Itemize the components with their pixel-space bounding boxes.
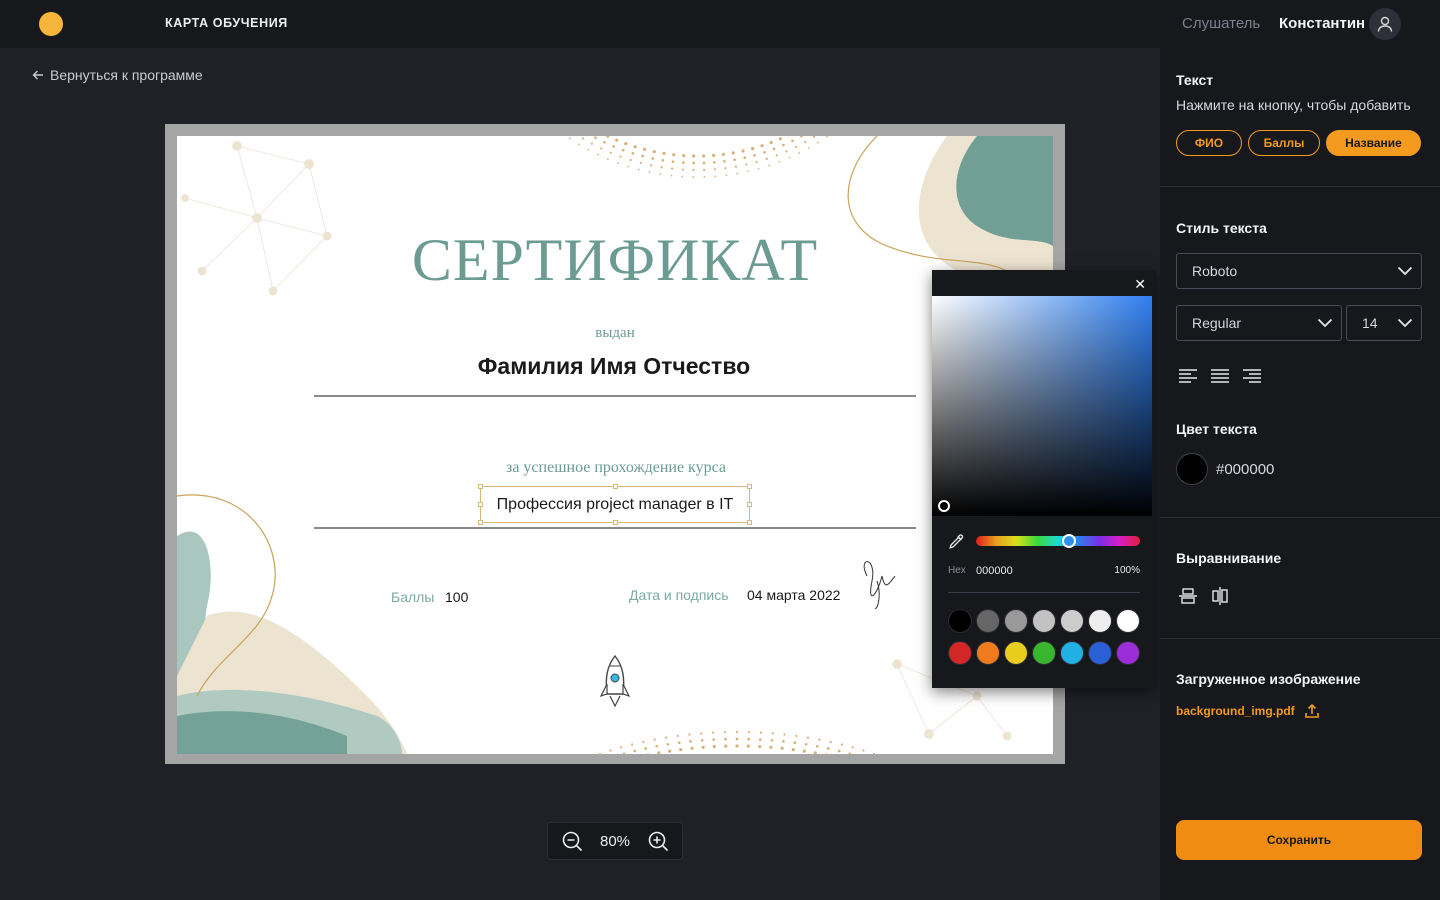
uploaded-image-title: Загруженное изображение xyxy=(1176,671,1361,687)
properties-sidebar: Текст Нажмите на кнопку, чтобы добавить … xyxy=(1160,48,1440,900)
color-swatch[interactable] xyxy=(948,609,972,633)
color-swatch[interactable] xyxy=(1060,609,1084,633)
chip-fio[interactable]: ФИО xyxy=(1176,130,1242,156)
color-swatch[interactable] xyxy=(1116,641,1140,665)
color-cursor[interactable] xyxy=(938,500,950,512)
certificate-title[interactable]: СЕРТИФИКАТ xyxy=(177,226,1053,295)
hex-input[interactable]: 000000 xyxy=(976,565,1013,577)
logo[interactable] xyxy=(39,12,63,36)
divider xyxy=(1160,186,1440,187)
opacity-input[interactable]: 100% xyxy=(1114,565,1140,576)
upload-icon[interactable] xyxy=(1304,703,1320,719)
resize-handle[interactable] xyxy=(747,502,752,507)
score-value[interactable]: 100 xyxy=(445,589,468,605)
top-bar: КАРТА ОБУЧЕНИЯ Слушатель Константин xyxy=(0,0,1440,48)
chevron-down-icon xyxy=(1397,266,1413,276)
user-role: Слушатель xyxy=(1182,15,1261,32)
course-name-selected[interactable]: Профессия project manager в IT xyxy=(478,484,752,525)
color-swatch[interactable] xyxy=(1004,641,1028,665)
text-section-hint: Нажмите на кнопку, чтобы добавить xyxy=(1176,97,1411,113)
chip-title[interactable]: Название xyxy=(1326,130,1421,156)
text-color-value[interactable]: #000000 xyxy=(1216,461,1274,478)
font-family-value: Roboto xyxy=(1192,263,1238,279)
chevron-down-icon xyxy=(1317,318,1333,328)
alignment-title: Выравнивание xyxy=(1176,550,1282,566)
color-swatch[interactable] xyxy=(1116,609,1140,633)
hex-label: Hex xyxy=(948,565,966,576)
save-button[interactable]: Сохранить xyxy=(1176,820,1422,860)
text-section-title: Текст xyxy=(1176,72,1214,88)
divider xyxy=(1160,517,1440,518)
color-swatch[interactable] xyxy=(1088,641,1112,665)
app-title[interactable]: КАРТА ОБУЧЕНИЯ xyxy=(165,16,288,30)
font-size-value: 14 xyxy=(1362,315,1378,331)
text-color-swatch[interactable] xyxy=(1176,453,1208,485)
divider xyxy=(1160,638,1440,639)
align-left-icon[interactable] xyxy=(1178,368,1198,384)
chip-score[interactable]: Баллы xyxy=(1248,130,1320,156)
score-label[interactable]: Баллы xyxy=(391,589,434,605)
uploaded-file-link[interactable]: background_img.pdf xyxy=(1176,704,1295,718)
color-swatch[interactable] xyxy=(948,641,972,665)
resize-handle[interactable] xyxy=(613,484,618,489)
color-swatch[interactable] xyxy=(1060,641,1084,665)
resize-handle[interactable] xyxy=(613,520,618,525)
color-swatch[interactable] xyxy=(1032,609,1056,633)
resize-handle[interactable] xyxy=(747,520,752,525)
back-link-label: Вернуться к программе xyxy=(50,67,203,83)
color-swatch[interactable] xyxy=(1088,609,1112,633)
zoom-level: 80% xyxy=(599,832,631,850)
avatar[interactable] xyxy=(1369,8,1401,40)
course-name: Профессия project manager в IT xyxy=(496,495,734,513)
date-value[interactable]: 04 марта 2022 xyxy=(747,587,840,603)
align-horizontal-center-icon[interactable] xyxy=(1210,586,1230,606)
zoom-out-icon xyxy=(562,831,583,852)
certificate-issued-label[interactable]: выдан xyxy=(177,325,1053,342)
font-weight-value: Regular xyxy=(1192,315,1242,331)
zoom-in-button[interactable] xyxy=(646,829,670,853)
name-underline xyxy=(314,395,916,397)
align-vertical-center-icon[interactable] xyxy=(1178,586,1198,606)
resize-handle[interactable] xyxy=(478,502,483,507)
color-swatches xyxy=(948,609,1140,665)
divider xyxy=(948,592,1140,593)
course-underline xyxy=(314,527,916,529)
font-weight-select[interactable]: Regular xyxy=(1176,305,1342,341)
hue-slider-handle[interactable] xyxy=(1062,534,1076,548)
color-swatch[interactable] xyxy=(976,609,1000,633)
text-style-title: Стиль текста xyxy=(1176,220,1267,236)
hue-slider[interactable] xyxy=(976,536,1140,546)
certificate-for-course-label[interactable]: за успешное прохождение курса xyxy=(177,459,1053,477)
align-center-icon[interactable] xyxy=(1210,368,1230,384)
zoom-control: 80% xyxy=(547,822,683,860)
text-color-title: Цвет текста xyxy=(1176,421,1257,437)
color-picker: ✕ Hex 000000 100% xyxy=(932,270,1156,688)
back-link[interactable]: Вернуться к программе xyxy=(32,67,203,83)
align-right-icon[interactable] xyxy=(1242,368,1262,384)
zoom-in-icon xyxy=(648,831,669,852)
color-swatch[interactable] xyxy=(976,641,1000,665)
resize-handle[interactable] xyxy=(478,520,483,525)
saturation-value-area[interactable] xyxy=(932,296,1152,516)
user-icon xyxy=(1377,16,1393,32)
arrow-left-icon xyxy=(32,70,43,80)
zoom-out-button[interactable] xyxy=(560,829,584,853)
resize-handle[interactable] xyxy=(747,484,752,489)
eyedropper-icon[interactable] xyxy=(948,534,964,550)
certificate-canvas: СЕРТИФИКАТ выдан Фамилия Имя Отчество за… xyxy=(165,124,1065,764)
user-name[interactable]: Константин xyxy=(1279,15,1365,32)
color-swatch[interactable] xyxy=(1004,609,1028,633)
certificate-recipient-name[interactable]: Фамилия Имя Отчество xyxy=(177,353,1051,380)
certificate[interactable]: СЕРТИФИКАТ выдан Фамилия Имя Отчество за… xyxy=(177,136,1053,754)
font-family-select[interactable]: Roboto xyxy=(1176,253,1422,289)
chevron-down-icon xyxy=(1397,318,1413,328)
color-swatch[interactable] xyxy=(1032,641,1056,665)
font-size-select[interactable]: 14 xyxy=(1346,305,1422,341)
close-icon[interactable]: ✕ xyxy=(1134,276,1146,293)
resize-handle[interactable] xyxy=(478,484,483,489)
date-label[interactable]: Дата и подпись xyxy=(629,587,729,603)
